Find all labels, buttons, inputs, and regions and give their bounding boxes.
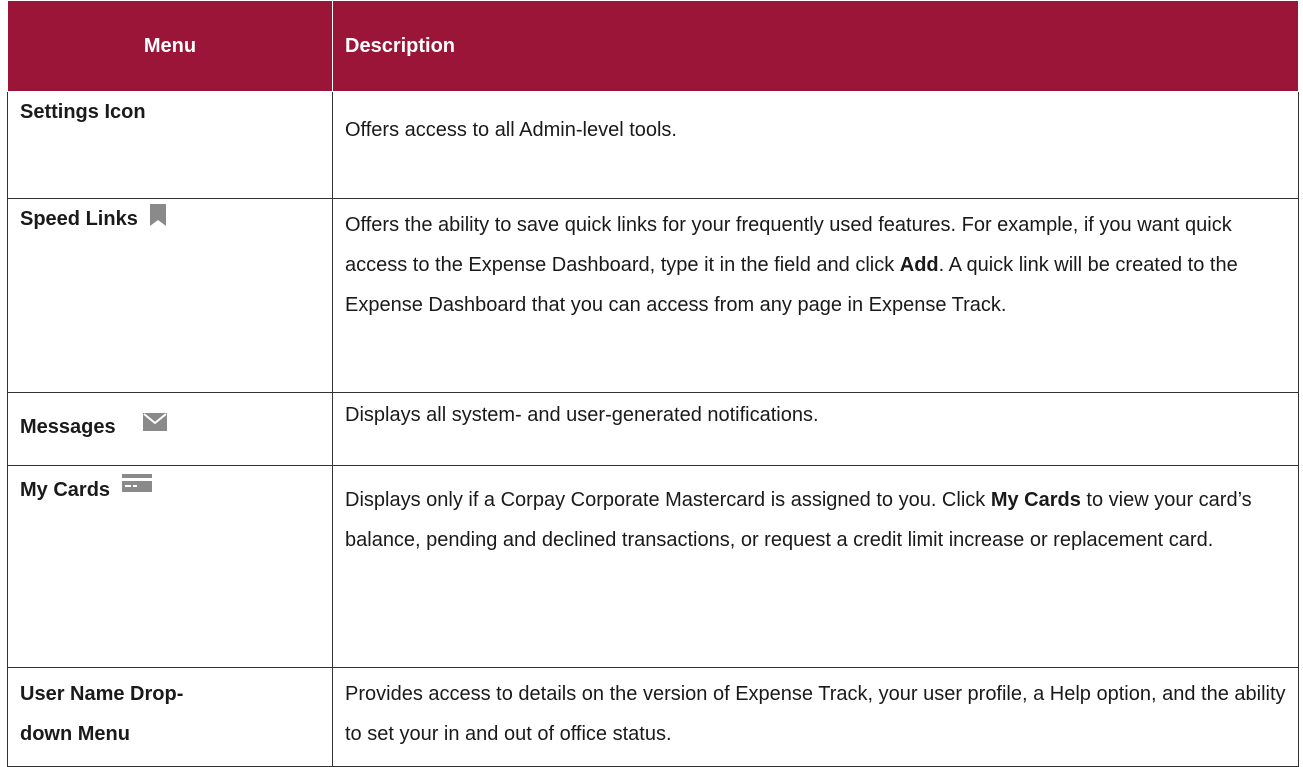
description-text: Displays only if a Corpay Corporate Mast…	[345, 489, 991, 511]
description-cell: Provides access to details on the versio…	[332, 667, 1299, 767]
menu-label: Messages	[20, 416, 116, 438]
description-text: Offers access to all Admin-level tools.	[345, 119, 677, 141]
description-cell: Offers access to all Admin-level tools.	[332, 91, 1299, 199]
menu-cell-user-name-dropdown: User Name Drop-down Menu	[7, 667, 333, 767]
menu-description-table: Menu Description Settings Icon Offers ac…	[7, 0, 1299, 767]
bookmark-icon	[149, 200, 167, 240]
menu-cell-settings: Settings Icon	[7, 91, 333, 199]
menu-label: Settings Icon	[20, 101, 146, 123]
description-text: Displays all system- and user-generated …	[345, 404, 819, 426]
description-cell: Displays all system- and user-generated …	[332, 392, 1299, 466]
table-row: User Name Drop-down Menu Provides access…	[7, 667, 1299, 767]
description-text: Provides access to details on the versio…	[345, 683, 1286, 745]
add-emphasis: Add	[899, 254, 939, 276]
table-row: Messages Displays all system- and user-g…	[7, 392, 1299, 466]
menu-cell-speed-links: Speed Links	[7, 198, 333, 393]
envelope-icon	[143, 405, 168, 445]
menu-label: User Name Drop-down Menu	[20, 683, 184, 745]
table-row: My Cards Displays only if a Corpay Corpo…	[7, 465, 1299, 668]
table-row: Speed Links Offers the ability to save q…	[7, 198, 1299, 393]
menu-label: My Cards	[20, 479, 111, 501]
description-cell: Displays only if a Corpay Corporate Mast…	[332, 465, 1299, 668]
menu-column-header: Menu	[7, 0, 333, 92]
menu-label: Speed Links	[20, 208, 138, 230]
credit-card-icon	[121, 466, 152, 506]
menu-cell-messages: Messages	[7, 392, 333, 466]
table-row: Settings Icon Offers access to all Admin…	[7, 91, 1299, 199]
table-header-row: Menu Description	[7, 0, 1299, 92]
menu-cell-my-cards: My Cards	[7, 465, 333, 668]
description-column-header: Description	[332, 0, 1299, 92]
my-cards-emphasis: My Cards	[990, 489, 1081, 511]
description-cell: Offers the ability to save quick links f…	[332, 198, 1299, 393]
